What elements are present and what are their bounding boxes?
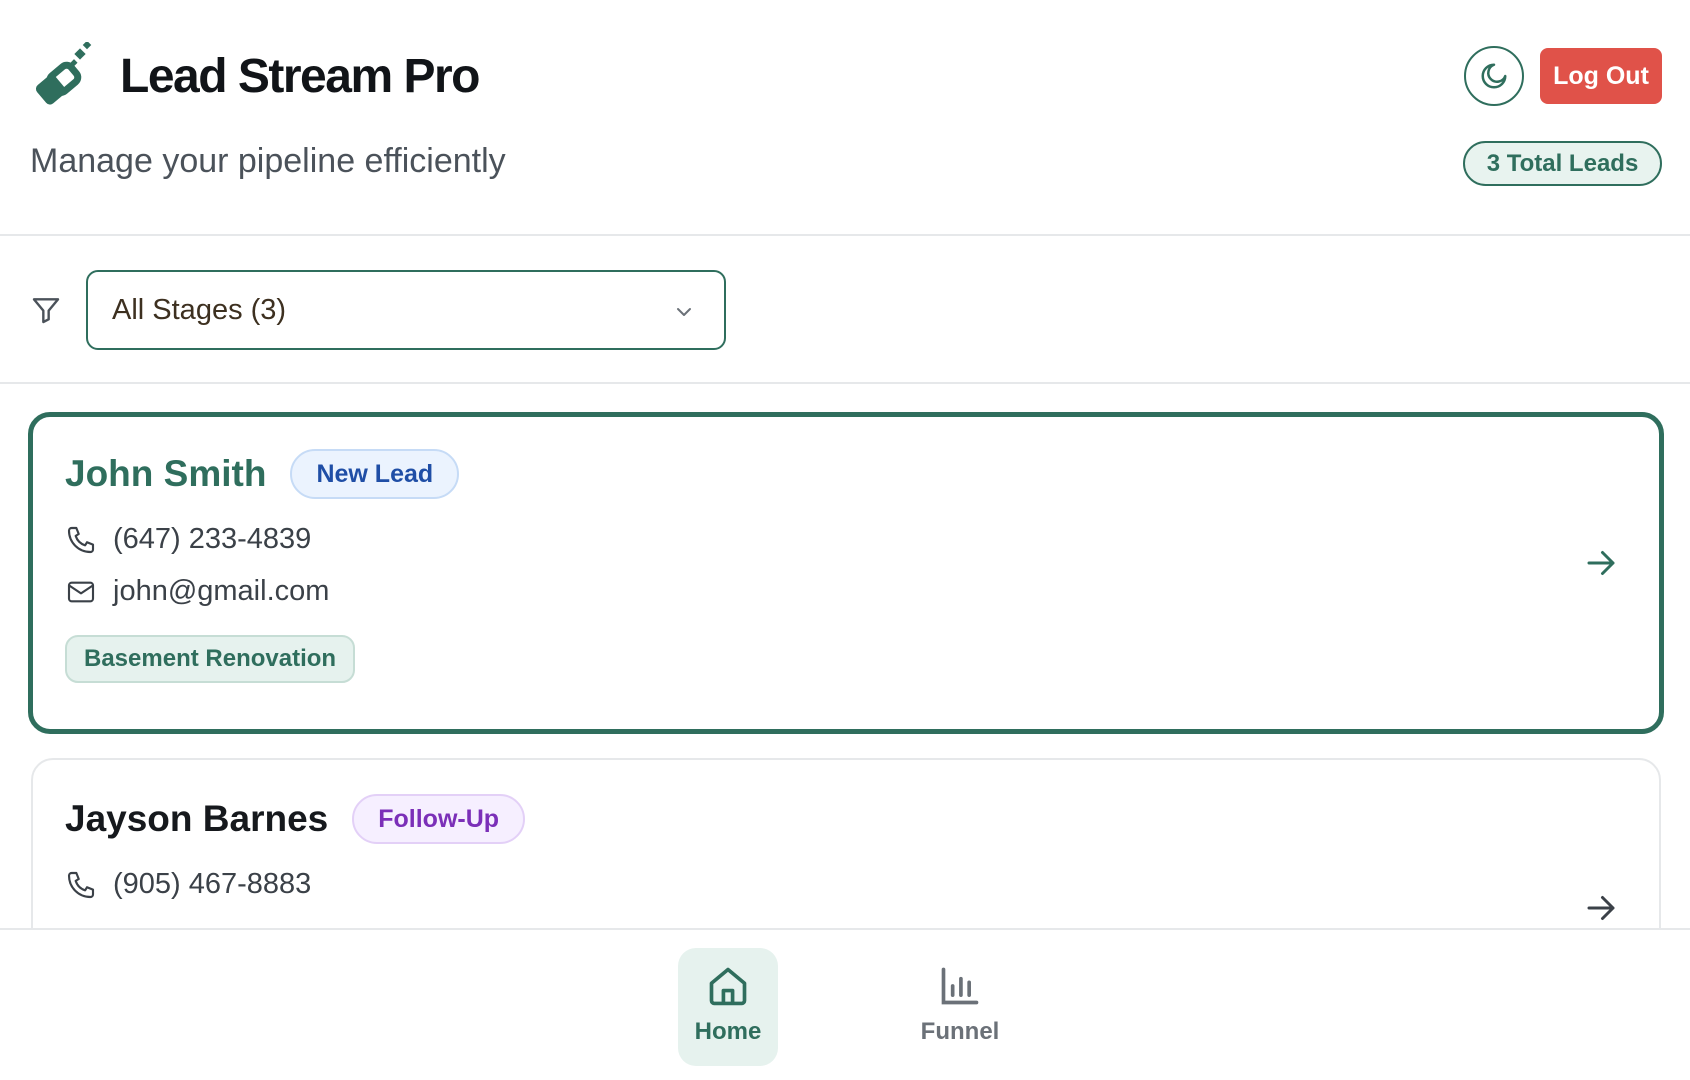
arrow-right-icon[interactable] [1583,890,1619,926]
nav-label: Funnel [920,1018,1000,1045]
filter-bar: All Stages (3) [0,238,1690,384]
lead-card[interactable]: Jayson Barnes Follow-Up (905) 467-8883 [31,758,1661,928]
lead-stream-logo-icon [35,42,92,105]
stage-filter-select[interactable]: All Stages (3) [86,270,726,350]
nav-item-funnel[interactable]: Funnel [910,948,1010,1066]
lead-card[interactable]: John Smith New Lead (647) 233-4839 john@… [28,412,1664,734]
stage-badge: Follow-Up [352,794,526,844]
arrow-right-icon[interactable] [1583,545,1619,581]
lead-email: john@gmail.com [113,575,330,607]
app-subtitle: Manage your pipeline efficiently [30,142,506,180]
total-leads-badge: 3 Total Leads [1463,141,1662,186]
phone-icon [67,871,95,898]
app-root: Lead Stream Pro Manage your pipeline eff… [0,0,1690,1080]
phone-row: (905) 467-8883 [65,868,311,901]
home-icon [709,967,747,1006]
lead-phone: (905) 467-8883 [113,868,312,900]
bottom-nav: Home Funnel [0,928,1690,1080]
header: Lead Stream Pro Manage your pipeline eff… [0,0,1690,236]
lead-name: John Smith [65,453,267,494]
app-title: Lead Stream Pro [120,49,480,103]
theme-toggle-button[interactable] [1464,46,1524,106]
mail-icon [67,581,95,602]
chevron-down-icon [677,308,691,316]
nav-label: Home [694,1018,762,1045]
stage-badge: New Lead [290,449,460,499]
phone-icon [67,526,95,553]
filter-icon [32,298,60,324]
stage-filter-value: All Stages (3) [112,293,287,326]
lead-card-header: John Smith New Lead [65,449,460,499]
lead-phone: (647) 233-4839 [113,523,312,555]
lead-name: Jayson Barnes [65,798,329,839]
bar-chart-icon [941,967,979,1005]
moon-icon [1481,63,1507,89]
logout-button[interactable]: Log Out [1540,48,1662,104]
nav-item-home[interactable]: Home [678,948,778,1066]
lead-card-header: Jayson Barnes Follow-Up [65,794,526,844]
phone-row: (647) 233-4839 [65,523,311,556]
lead-list: John Smith New Lead (647) 233-4839 john@… [0,386,1690,928]
email-row: john@gmail.com [65,575,329,608]
brand: Lead Stream Pro [30,42,480,110]
project-tag: Basement Renovation [65,635,356,683]
